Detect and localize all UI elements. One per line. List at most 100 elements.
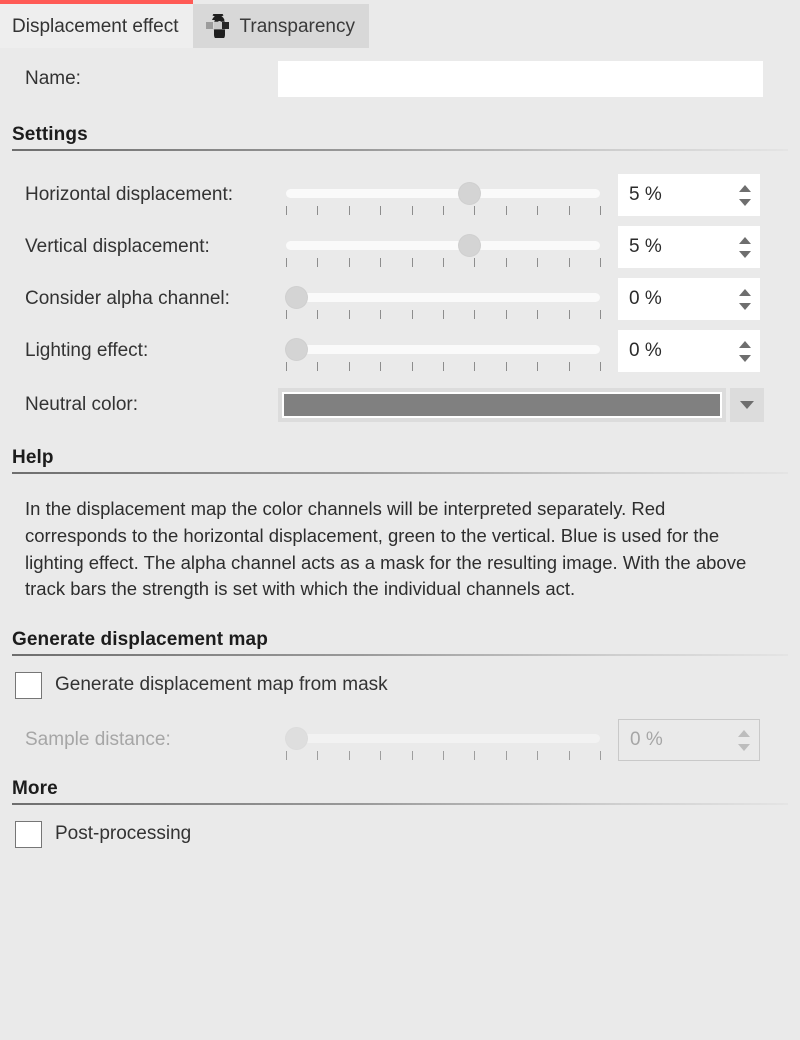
slider-tick xyxy=(505,258,507,267)
post-processing-row[interactable]: Post-processing xyxy=(0,805,800,863)
tab-displacement-effect[interactable]: Displacement effect xyxy=(0,0,193,48)
slider-tick xyxy=(568,362,570,371)
lighting-effect-row: Lighting effect: 0 % xyxy=(0,325,800,377)
consider-alpha-channel-slider[interactable] xyxy=(278,279,608,319)
horizontal-displacement-slider-ticks xyxy=(286,206,601,215)
sample-distance-spinbox: 0 % xyxy=(618,719,760,762)
arrow-down-icon[interactable] xyxy=(739,250,751,258)
arrow-up-icon[interactable] xyxy=(739,288,751,296)
slider-tick xyxy=(317,362,319,371)
slider-tick xyxy=(568,258,570,267)
neutral-color-swatch[interactable] xyxy=(282,392,722,418)
section-help: Help xyxy=(0,447,800,474)
arrow-up-icon[interactable] xyxy=(739,340,751,348)
sample-distance-slider-handle xyxy=(286,728,307,750)
section-generate-displacement-map: Generate displacement map xyxy=(0,629,800,657)
lighting-effect-slider-handle[interactable] xyxy=(286,339,307,360)
section-more: More xyxy=(0,778,800,806)
slider-tick xyxy=(286,751,287,761)
slider-tick xyxy=(286,362,287,371)
slider-tick xyxy=(505,206,507,215)
arrow-down-icon xyxy=(738,743,750,751)
slider-tick xyxy=(600,258,601,267)
lighting-effect-slider-track xyxy=(286,345,600,354)
neutral-color-dropdown-button[interactable] xyxy=(730,388,764,422)
slider-tick xyxy=(505,310,507,319)
section-help-divider xyxy=(12,472,788,474)
sample-distance-group: Sample distance: 0 % xyxy=(0,714,800,766)
transparency-checkerboard-icon xyxy=(205,11,231,41)
lighting-effect-value: 0 % xyxy=(629,340,662,361)
panel-content: Name: Settings Horizontal displacement: 5… xyxy=(0,48,800,863)
lighting-effect-spin-arrows xyxy=(739,340,751,362)
generate-from-mask-label: Generate displacement map from mask xyxy=(55,674,388,696)
consider-alpha-channel-spinbox[interactable]: 0 % xyxy=(618,278,760,320)
slider-tick xyxy=(600,206,601,215)
neutral-color-label: Neutral color: xyxy=(25,394,138,415)
vertical-displacement-spinbox[interactable]: 5 % xyxy=(618,226,760,268)
slider-tick xyxy=(474,258,476,267)
settings-slider-group: Horizontal displacement: 5 % Vertical disp… xyxy=(0,169,800,377)
slider-tick xyxy=(443,310,444,319)
slider-tick xyxy=(600,310,601,319)
tab-transparency[interactable]: Transparency xyxy=(192,4,369,48)
consider-alpha-channel-spin-arrows xyxy=(739,288,751,310)
slider-tick xyxy=(474,751,476,761)
slider-tick xyxy=(411,310,413,319)
section-settings: Settings xyxy=(0,124,800,151)
vertical-displacement-slider[interactable] xyxy=(278,227,608,267)
arrow-up-icon[interactable] xyxy=(739,236,751,244)
post-processing-checkbox[interactable] xyxy=(15,820,42,848)
slider-tick xyxy=(505,751,507,761)
horizontal-displacement-value: 5 % xyxy=(629,184,662,205)
vertical-displacement-label: Vertical displacement: xyxy=(25,236,210,257)
slider-tick xyxy=(411,362,413,371)
arrow-up-icon[interactable] xyxy=(739,184,751,192)
slider-tick xyxy=(537,206,539,215)
slider-tick xyxy=(348,258,350,267)
horizontal-displacement-spin-arrows xyxy=(739,184,751,206)
tab-bar: Displacement effect Transparency xyxy=(0,0,800,48)
section-settings-title: Settings xyxy=(12,124,88,145)
chevron-down-icon xyxy=(740,401,754,409)
vertical-displacement-slider-track xyxy=(286,241,600,250)
slider-tick xyxy=(537,751,539,761)
slider-tick xyxy=(348,206,350,215)
slider-tick xyxy=(443,258,444,267)
neutral-color-combo[interactable] xyxy=(278,388,764,422)
section-generate-title: Generate displacement map xyxy=(12,629,268,651)
slider-tick xyxy=(317,310,319,319)
sample-distance-slider xyxy=(278,720,608,761)
horizontal-displacement-slider[interactable] xyxy=(278,175,608,215)
sample-distance-row: Sample distance: 0 % xyxy=(0,714,800,766)
lighting-effect-slider[interactable] xyxy=(278,331,608,371)
slider-tick xyxy=(286,310,287,319)
arrow-down-icon[interactable] xyxy=(739,354,751,362)
slider-tick xyxy=(317,258,319,267)
vertical-displacement-slider-handle[interactable] xyxy=(459,235,481,256)
neutral-color-row: Neutral color: xyxy=(0,377,800,433)
consider-alpha-channel-slider-ticks xyxy=(286,310,601,319)
vertical-displacement-slider-ticks xyxy=(286,258,601,267)
lighting-effect-spinbox[interactable]: 0 % xyxy=(618,330,760,372)
tab-displacement-effect-label: Displacement effect xyxy=(12,15,179,37)
slider-tick xyxy=(474,310,476,319)
sample-distance-value: 0 % xyxy=(630,729,663,751)
horizontal-displacement-slider-handle[interactable] xyxy=(459,183,481,204)
generate-from-mask-checkbox[interactable] xyxy=(15,671,42,699)
section-more-title: More xyxy=(12,778,58,800)
generate-from-mask-row[interactable]: Generate displacement map from mask xyxy=(0,656,800,714)
name-input[interactable] xyxy=(278,61,763,97)
arrow-down-icon[interactable] xyxy=(739,198,751,206)
neutral-color-field[interactable] xyxy=(278,388,726,422)
slider-tick xyxy=(537,258,539,267)
section-help-title: Help xyxy=(12,447,54,468)
consider-alpha-channel-slider-handle[interactable] xyxy=(286,287,307,308)
help-text: In the displacement map the color channe… xyxy=(25,498,747,600)
consider-alpha-channel-label: Consider alpha channel: xyxy=(25,288,230,309)
slider-tick xyxy=(317,206,319,215)
arrow-down-icon[interactable] xyxy=(739,302,751,310)
tab-transparency-label: Transparency xyxy=(239,15,355,37)
lighting-effect-slider-ticks xyxy=(286,362,601,371)
horizontal-displacement-spinbox[interactable]: 5 % xyxy=(618,174,760,216)
